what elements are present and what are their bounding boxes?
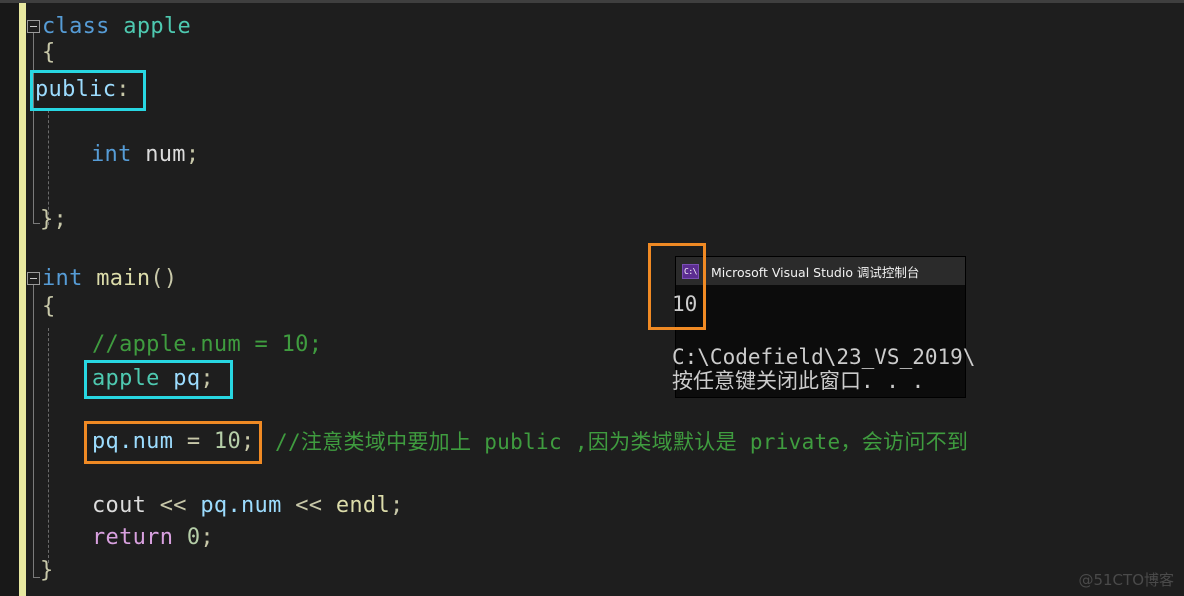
token-keyword-int-member: int [91, 142, 132, 167]
token-comment-note: //注意类域中要加上 public ,因为类域默认是 private，会访问不到 [275, 430, 969, 454]
token-semicolon-return: ; [200, 525, 214, 550]
console-title-text: Microsoft Visual Studio 调试控制台 [711, 264, 920, 280]
token-literal-0: 0 [186, 525, 201, 550]
token-expr-pq-num: pq.num [92, 429, 174, 454]
indent-guide-main [48, 328, 49, 563]
console-prompt-line: 按任意键关闭此窗口. . . [672, 369, 925, 393]
token-expr-pq-num-out: pq.num [200, 493, 282, 518]
token-brace-close-main: } [40, 558, 54, 583]
debug-console-window[interactable]: C:\ Microsoft Visual Studio 调试控制台 10 C:\… [672, 257, 975, 397]
token-brace-open-main: { [42, 294, 56, 319]
token-keyword-class: class [42, 14, 110, 39]
console-app-icon: C:\ [682, 263, 699, 279]
code-line-9: apple pq; [92, 366, 214, 392]
token-keyword-public: public [35, 77, 117, 102]
token-identifier-cout: cout [92, 493, 147, 518]
token-semicolon-decl: ; [200, 366, 214, 391]
console-output-area: 10 C:\Codefield\23_VS_2019\ 按任意键关闭此窗口. .… [672, 285, 975, 397]
token-keyword-return: return [92, 525, 174, 550]
console-path-line: C:\Codefield\23_VS_2019\ [672, 345, 976, 369]
code-line-12: cout << pq.num << endl; [92, 493, 404, 519]
console-output-value: 10 [672, 292, 698, 316]
token-parens-main: () [150, 266, 178, 291]
token-identifier-num: num [145, 142, 186, 167]
code-line-3: public: [35, 77, 130, 103]
fold-guide-main-foot [33, 577, 40, 578]
code-line-13: return 0; [92, 525, 214, 551]
token-literal-10: 10 [213, 429, 242, 454]
token-colon: : [116, 77, 130, 102]
token-semicolon-num: ; [185, 142, 200, 167]
fold-toggle-class[interactable] [27, 20, 40, 33]
code-editor-surface[interactable]: class apple { public: int num; }; int ma… [0, 0, 1184, 596]
code-line-10-comment: //注意类域中要加上 public ,因为类域默认是 private，会访问不到 [275, 429, 968, 455]
code-line-5: }; [40, 207, 67, 233]
code-line-10: pq.num = 10; [92, 429, 255, 455]
code-line-4: int num; [91, 142, 199, 168]
fold-guide-main [33, 285, 34, 577]
code-line-2: { [42, 40, 56, 66]
fold-toggle-main[interactable] [27, 272, 40, 285]
fold-guide-class-foot [33, 223, 40, 224]
token-type-apple: apple [123, 14, 192, 39]
code-line-8: //apple.num = 10; [92, 332, 322, 358]
code-line-6: int main() [42, 266, 177, 292]
token-semicolon-assign: ; [241, 429, 255, 454]
token-assign: = [186, 429, 201, 454]
token-class-close: }; [40, 207, 68, 232]
code-line-7: { [42, 294, 56, 320]
token-keyword-int-main: int [42, 266, 83, 291]
token-shift-op-1: << [159, 493, 187, 518]
fold-guide-class [33, 33, 34, 223]
token-function-main: main [96, 266, 151, 291]
token-type-apple-decl: apple [92, 366, 160, 391]
token-comment-apple-num: //apple.num = 10; [92, 332, 323, 357]
screenshot-root: class apple { public: int num; }; int ma… [0, 0, 1184, 596]
token-brace-open-class: { [42, 40, 56, 65]
token-semicolon-cout: ; [390, 493, 404, 518]
code-line-14: } [40, 558, 54, 584]
token-identifier-endl: endl [335, 493, 391, 518]
code-line-1: class apple [42, 14, 191, 40]
console-titlebar[interactable]: C:\ Microsoft Visual Studio 调试控制台 [676, 257, 965, 285]
watermark: @51CTO博客 [1078, 571, 1174, 589]
token-variable-pq: pq [173, 366, 201, 391]
token-shift-op-2: << [295, 493, 323, 518]
